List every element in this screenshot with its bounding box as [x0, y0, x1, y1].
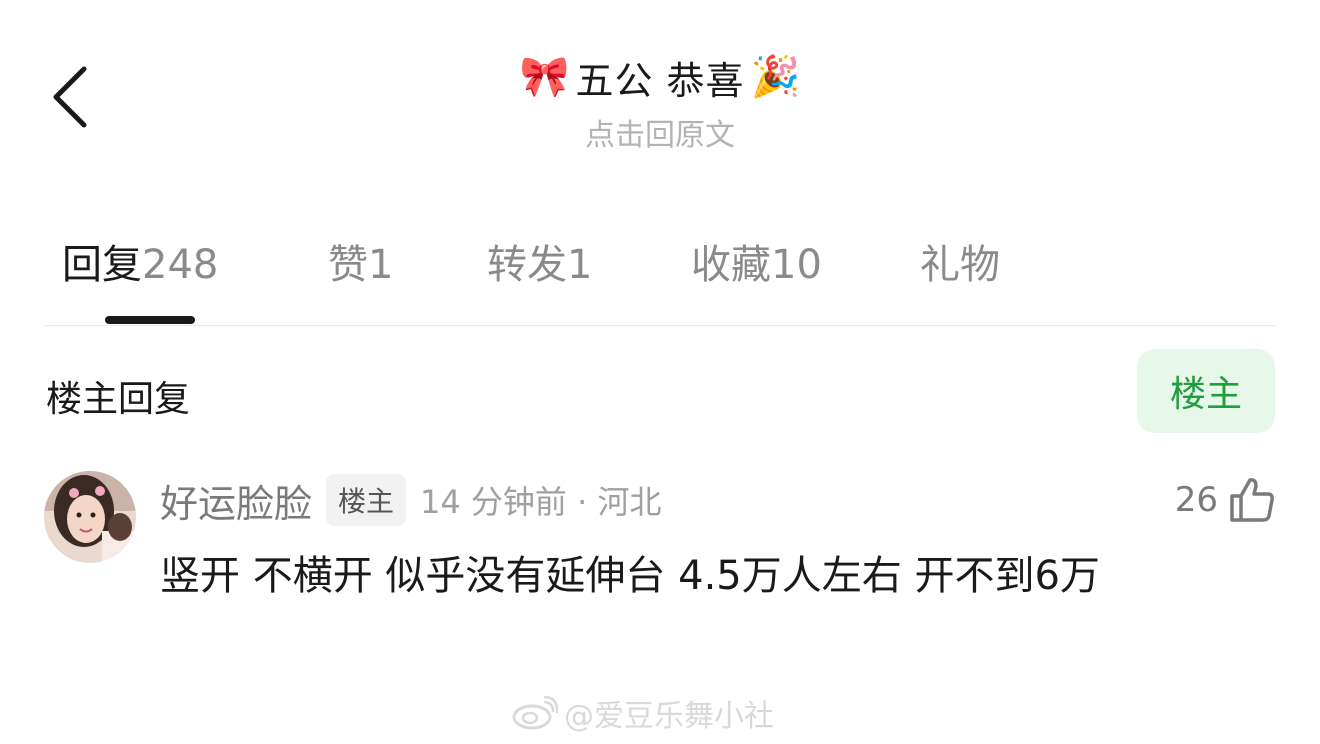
tab-label: 收藏	[691, 242, 771, 288]
thumbs-up-icon	[1230, 478, 1274, 522]
like-button[interactable]: 26	[1175, 472, 1276, 528]
weibo-watermark: @爱豆乐舞小社	[512, 690, 774, 736]
active-tab-indicator	[105, 316, 195, 324]
section-title: 楼主回复	[46, 379, 191, 420]
tab-label: 回复	[62, 242, 142, 288]
post-title: 五公 恭喜	[575, 58, 745, 103]
avatar[interactable]	[44, 471, 136, 563]
weibo-logo-icon	[512, 696, 558, 730]
back-to-original-link[interactable]: 点击回原文	[585, 110, 735, 154]
tab-likes[interactable]: 赞1	[328, 232, 393, 290]
comment-time-location: 14 分钟前 · 河北	[420, 483, 662, 521]
comment-meta: 好运脸脸 楼主 14 分钟前 · 河北	[160, 472, 661, 528]
comment-text: 竖开 不横开 似乎没有延伸台 4.5万人左右 开不到6万	[160, 553, 1100, 599]
tab-count: 1	[567, 242, 593, 288]
avatar-image	[44, 471, 136, 563]
tab-label: 转发	[487, 242, 567, 288]
tab-gifts[interactable]: 礼物	[920, 232, 1000, 290]
tab-reposts[interactable]: 转发1	[487, 232, 592, 290]
op-filter-button[interactable]: 楼主	[1137, 349, 1275, 433]
tab-label: 赞	[328, 242, 368, 288]
party-popper-emoji-icon: 🎉	[750, 54, 801, 100]
post-title-row[interactable]: 🎀 五公 恭喜 🎉	[520, 44, 801, 110]
op-badge: 楼主	[326, 474, 407, 526]
comment-username[interactable]: 好运脸脸	[160, 473, 312, 528]
tab-count: 1	[368, 242, 394, 288]
like-count: 26	[1174, 480, 1218, 520]
tab-count: 248	[142, 242, 219, 288]
watermark-text: @爱豆乐舞小社	[564, 699, 774, 734]
post-header: 🎀 五公 恭喜 🎉 点击回原文	[0, 44, 1320, 154]
ribbon-emoji-icon: 🎀	[519, 54, 570, 100]
comment-detail-page: 🎀 五公 恭喜 🎉 点击回原文 回复248 赞1 转发1 收藏10 礼物 楼主回…	[0, 0, 1320, 744]
tab-label: 礼物	[920, 242, 1000, 288]
tab-bar: 回复248 赞1 转发1 收藏10 礼物	[44, 222, 1276, 326]
tab-replies[interactable]: 回复248	[62, 232, 218, 290]
tab-favorites[interactable]: 收藏10	[691, 232, 822, 290]
tab-count: 10	[771, 242, 822, 288]
